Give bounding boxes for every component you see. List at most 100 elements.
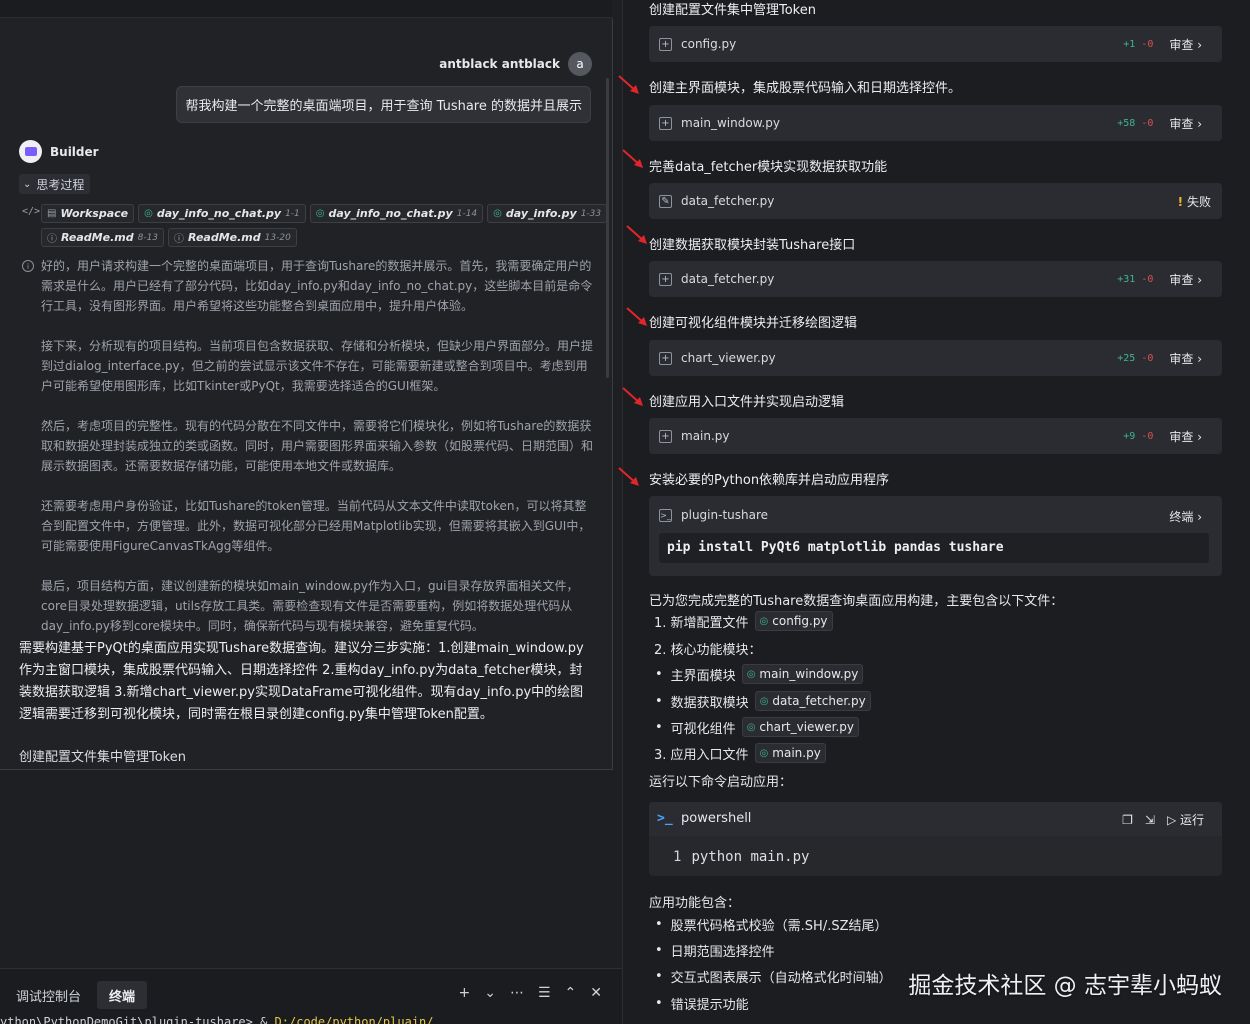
file-change-card[interactable]: + chart_viewer.py +25 -0 审查 › [649,340,1222,376]
file-change-card[interactable]: + main.py +9 -0 审查 › [649,418,1222,454]
run-intro: 运行以下命令启动应用： [649,775,793,790]
bottom-panel: 调试控制台 终端 + ⌄ ⋯ ☰ ⌃ ✕ ython\PythonDemoGit… [0,968,622,1024]
tab-terminal[interactable]: 终端 [97,981,148,1009]
chevron-down-icon: ⌄ [23,178,32,190]
chevron-up-icon[interactable]: ⌃ [565,985,577,1001]
ref-chip-file[interactable]: ⓘ ReadMe.md 13-20 [168,228,297,247]
file-change-card[interactable]: + data_fetcher.py +31 -0 审查 › [649,261,1222,297]
insert-icon[interactable]: ⇲ [1145,813,1155,827]
thinking-label: 思考过程 [36,177,85,192]
annotation-arrow [622,387,643,406]
ref-chip-file[interactable]: ◎ day_info_no_chat.py 1-1 [138,204,306,223]
close-icon[interactable]: ✕ [590,985,602,1001]
review-button[interactable]: 审查 › [1169,36,1202,53]
file-name: chart_viewer.py [681,351,776,365]
powershell-icon: >_ [657,811,673,826]
reasoning-paragraph: 最后，项目结构方面，建议创建新的模块如main_window.py作为入口，gu… [41,579,579,633]
annotation-arrow [622,149,643,168]
ref-chip-file[interactable]: ◎ day_info_no_chat.py 1-14 [309,204,484,223]
reasoning-paragraph: 然后，考虑项目的完整性。现有的代码分散在不同文件中，需要将它们模块化，例如将Tu… [41,419,594,473]
reasoning-paragraph: 还需要考虑用户身份验证，比如Tushare的token管理。当前代码从文本文件中… [41,499,591,553]
file-chip[interactable]: ◎ main.py [754,743,826,763]
tab-debug-console[interactable]: 调试控制台 [16,981,81,1009]
python-file-icon: ◎ [144,208,153,219]
step-title: 安装必要的Python依赖库并启动应用程序 [649,473,890,488]
step-title: 创建数据获取模块封装Tushare接口 [649,238,856,253]
plus-icon[interactable]: + [459,985,471,1001]
diff-stats: +9 -0 [1123,430,1154,442]
markdown-file-icon: ⓘ [47,234,57,245]
code-block-tools: ❐ ⇲ ▷ 运行 [1122,811,1204,828]
thinking-toggle[interactable]: ⌄ 思考过程 [19,174,91,194]
markdown-file-icon: ⓘ [174,234,185,245]
plus-square-icon: + [659,351,672,365]
file-chip[interactable]: ◎ chart_viewer.py [741,717,859,737]
list-item: 2. 核心功能模块： [654,643,762,658]
open-terminal-button[interactable]: 终端 › [1169,508,1202,525]
code-block: >_ powershell ❐ ⇲ ▷ 运行 1 python main.py [649,802,1222,876]
assistant-summary: 需要构建基于PyQt的桌面应用实现Tushare数据查询。建议分三步实施：1.创… [19,641,584,722]
review-button[interactable]: 审查 › [1169,350,1202,367]
step-title: 创建配置文件集中管理Token [649,3,816,18]
code-block-header: >_ powershell ❐ ⇲ ▷ 运行 [649,802,1222,836]
run-button[interactable]: ▷ 运行 [1167,811,1204,828]
python-file-icon: ◎ [759,695,769,707]
python-file-icon: ◎ [746,721,756,733]
plus-square-icon: + [659,116,672,130]
file-name: main.py [681,429,730,443]
watermark: 掘金技术社区 @ 志宇辈小蚂蚁 [908,973,1222,999]
file-chip[interactable]: ◎ config.py [754,611,833,631]
terminal-toolbar: + ⌄ ⋯ ☰ ⌃ ✕ [459,985,603,1001]
user-avatar: a [568,52,592,76]
failed-status: ! 失败 [1177,194,1211,209]
python-file-icon: ◎ [759,615,769,627]
settings-sliders-icon[interactable]: ☰ [538,985,551,1001]
plus-square-icon: + [659,272,672,286]
feature-item: • 交互式图表展示（自动格式化时间轴） [655,969,892,986]
builder-bot-icon [19,140,42,163]
file-name: config.py [681,37,737,51]
copy-icon[interactable]: ❐ [1122,813,1133,827]
file-change-card[interactable]: ✎ data_fetcher.py ! 失败 [649,183,1222,219]
assistant-step-title: 创建配置文件集中管理Token [19,750,186,765]
step-title: 创建主界面模块，集成股票代码输入和日期选择控件。 [649,81,962,96]
done-intro: 已为您完成完整的Tushare数据查询桌面应用构建，主要包含以下文件： [649,594,1064,609]
code-line: 1 python main.py [673,849,810,865]
step-title: 创建可视化组件模块并迁移绘图逻辑 [649,316,858,331]
command-card: >_ plugin-tushare 终端 › pip install PyQt6… [649,496,1222,576]
features-title: 应用功能包含： [649,896,741,911]
python-file-icon: ◎ [746,668,756,680]
feature-item: • 错误提示功能 [655,996,749,1013]
step-title: 创建应用入口文件并实现启动逻辑 [649,395,845,410]
warning-icon: ! [1177,194,1184,209]
diff-stats: +58 -0 [1117,117,1154,129]
file-name: data_fetcher.py [681,272,775,286]
python-file-icon: ◎ [315,208,325,219]
reasoning-paragraph: 接下来，分析现有的项目结构。当前项目包含数据获取、存储和分析模块，但缺少用户界面… [41,339,594,393]
user-message: 帮我构建一个完整的桌面端项目，用于查询 Tushare 的数据并且展示 [176,86,591,123]
top-strip: sys [0,0,612,39]
python-file-icon: ◎ [493,208,502,219]
ref-chip-file[interactable]: ◎ day_info.py 1-33 [487,204,608,223]
more-icon[interactable]: ⋯ [510,985,524,1001]
ref-chip-workspace[interactable]: ▤ Workspace [41,204,135,223]
chevron-down-icon[interactable]: ⌄ [484,985,496,1001]
review-button[interactable]: 审查 › [1169,115,1202,132]
file-chip[interactable]: ◎ main_window.py [741,664,864,684]
feature-item: • 日期范围选择控件 [655,943,775,960]
review-button[interactable]: 审查 › [1169,428,1202,445]
command-text: pip install PyQt6 matplotlib pandas tush… [659,533,1209,563]
thought-icon: i [22,260,34,272]
file-chip[interactable]: ◎ data_fetcher.py [754,691,871,711]
plus-square-icon: + [659,37,672,51]
assistant-name: Builder [50,144,99,159]
ref-chip-file[interactable]: ⓘ ReadMe.md 8-13 [41,228,165,247]
file-change-card[interactable]: + main_window.py +58 -0 审查 › [649,105,1222,141]
review-button[interactable]: 审查 › [1169,271,1202,288]
file-change-card[interactable]: + config.py +1 -0 审查 › [649,26,1222,62]
assistant-header: Builder [19,140,99,163]
chat-scrollbar[interactable] [606,78,609,378]
terminal-path-link[interactable]: D:/code/python/pluain/ [275,1015,434,1024]
chat-panel: sys antblack antblack a 帮我构建一个完整的桌面端项目，用… [0,0,622,1024]
annotation-arrow [618,75,639,94]
